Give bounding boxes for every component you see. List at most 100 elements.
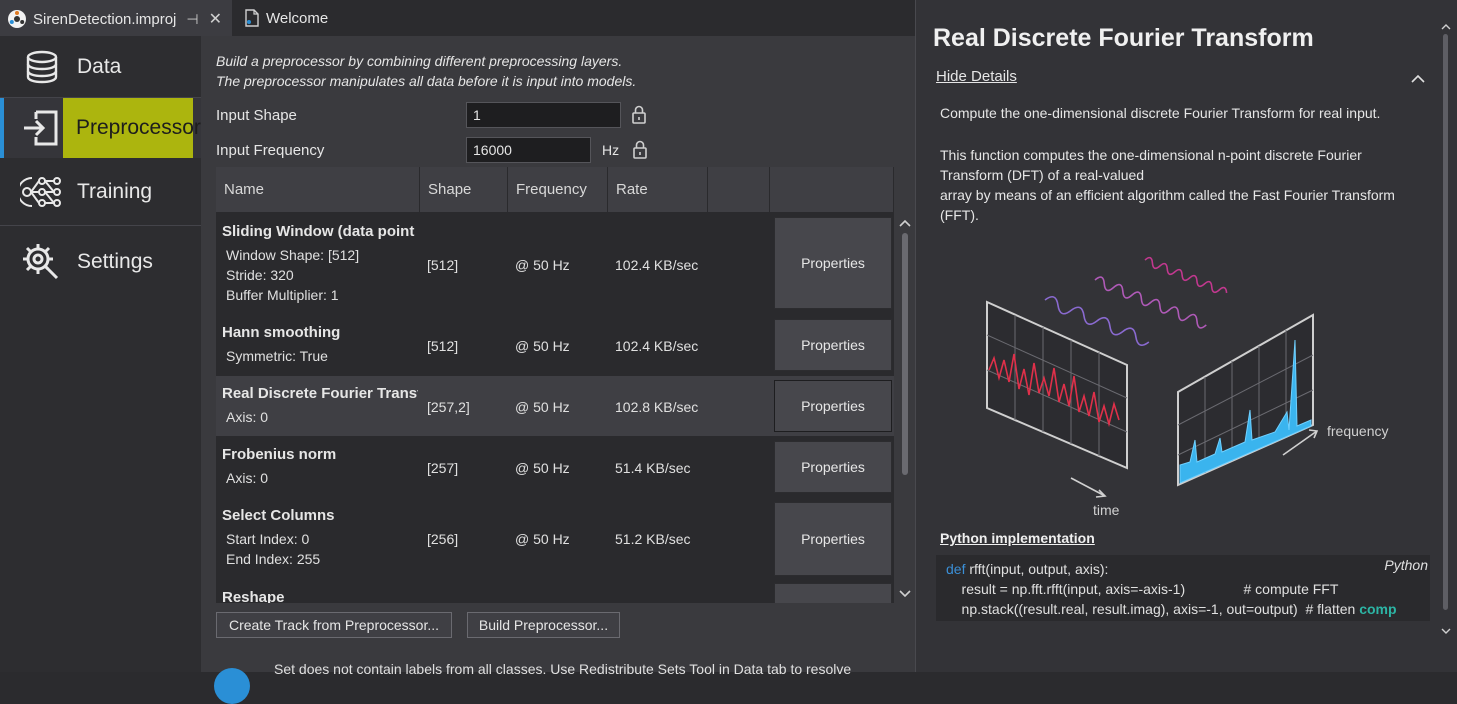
- sidebar-item-label: Preprocessor: [76, 116, 201, 139]
- chevron-up-icon[interactable]: [1411, 71, 1425, 89]
- column-header-actions: [770, 167, 894, 212]
- frequency-domain-panel: [1177, 313, 1314, 487]
- code-line: np.stack((result.real, result.imag), axi…: [946, 601, 1397, 617]
- layer-name: Real Discrete Fourier Transf: [222, 385, 418, 402]
- build-preprocessor-button[interactable]: Build Preprocessor...: [467, 612, 620, 638]
- scroll-down-icon[interactable]: [1441, 622, 1451, 640]
- time-domain-panel: [986, 300, 1128, 470]
- tab-siren-detection[interactable]: SirenDetection.improj ⊣ ✕: [0, 0, 232, 36]
- python-heading: Python implementation: [940, 530, 1095, 546]
- project-icon: [7, 9, 27, 29]
- paragraph-line: This function computes the one-dimension…: [940, 147, 1362, 163]
- column-header-rate[interactable]: Rate: [608, 167, 708, 212]
- table-row[interactable]: Sliding Window (data point Window Shape:…: [216, 212, 894, 313]
- table-row[interactable]: Select Columns Start Index: 0 End Index:…: [216, 499, 894, 579]
- code-text: rfft(input, output, axis):: [965, 561, 1109, 577]
- layer-rate: 51.2 KB/sec: [615, 531, 691, 547]
- create-track-button[interactable]: Create Track from Preprocessor...: [216, 612, 452, 638]
- layer-name: Hann smoothing: [222, 324, 341, 341]
- table-row-selected[interactable]: Real Discrete Fourier Transf Axis: 0 [25…: [216, 376, 894, 436]
- sidebar-item-training[interactable]: Training: [0, 160, 201, 224]
- lock-icon[interactable]: [631, 105, 647, 125]
- layer-frequency: @ 50 Hz: [515, 460, 570, 476]
- code-comment-tail: comp: [1359, 601, 1397, 617]
- layer-shape: [257]: [427, 460, 459, 476]
- input-shape-label: Input Shape: [216, 107, 297, 124]
- code-block: Python def rfft(input, output, axis): re…: [936, 555, 1430, 621]
- pin-icon[interactable]: ⊣: [186, 11, 198, 28]
- scrollbar-thumb[interactable]: [1443, 34, 1448, 610]
- code-line: result = np.fft.rfft(input, axis=-axis-1…: [946, 581, 1339, 597]
- code-language-label: Python: [1384, 557, 1428, 573]
- properties-button[interactable]: Properties: [774, 502, 892, 576]
- sidebar-item-label: Training: [77, 180, 153, 203]
- hide-details-link[interactable]: Hide Details: [936, 68, 1017, 85]
- layer-rate: 51.4 KB/sec: [615, 460, 691, 476]
- layer-name: Frobenius norm: [222, 446, 337, 463]
- column-header-frequency[interactable]: Frequency: [508, 167, 608, 212]
- layer-params: Start Index: 0 End Index: 255: [226, 529, 320, 569]
- properties-button[interactable]: [774, 583, 892, 603]
- fft-illustration: frequency time: [986, 256, 1388, 518]
- layer-params: Axis: 0: [226, 407, 268, 427]
- scroll-up-icon[interactable]: [899, 215, 911, 233]
- layer-shape: [257,2]: [427, 399, 470, 415]
- sidebar-item-preprocessor[interactable]: Preprocessor: [0, 98, 201, 158]
- code-line: def rfft(input, output, axis):: [946, 561, 1108, 577]
- column-header-shape[interactable]: Shape: [420, 167, 508, 212]
- param-line: Axis: 0: [226, 470, 269, 486]
- document-icon: [244, 9, 260, 27]
- sidebar-item-label: Settings: [77, 250, 153, 273]
- layer-shape: [256]: [427, 531, 459, 547]
- properties-button[interactable]: Properties: [774, 380, 892, 432]
- tab-welcome[interactable]: Welcome: [236, 0, 436, 36]
- gear-wrench-icon: [20, 241, 62, 283]
- table-row[interactable]: Hann smoothing Symmetric: True [512] @ 5…: [216, 315, 894, 375]
- status-message: Set does not contain labels from all cla…: [274, 661, 852, 677]
- param-line: Window Shape: [512]: [226, 247, 360, 263]
- details-scrollbar[interactable]: [1437, 14, 1455, 636]
- layer-frequency: @ 50 Hz: [515, 531, 570, 547]
- param-line: Start Index: 0: [226, 531, 310, 547]
- wave-pink: [1094, 276, 1207, 329]
- sidebar-item-data[interactable]: Data: [0, 36, 201, 97]
- layer-rate: 102.8 KB/sec: [615, 399, 699, 415]
- param-line: Axis: 0: [226, 409, 269, 425]
- header-label: Name: [224, 181, 265, 198]
- param-line: End Index: 255: [226, 551, 321, 567]
- column-header-name[interactable]: Name: [216, 167, 420, 212]
- table-scrollbar[interactable]: [896, 213, 914, 605]
- layer-params: Window Shape: [512] Stride: 320 Buffer M…: [226, 245, 359, 305]
- param-line: Stride: 320: [226, 267, 294, 283]
- sidebar-item-settings[interactable]: Settings: [0, 226, 201, 298]
- frequency-unit: Hz: [602, 142, 620, 158]
- input-frequency-field[interactable]: 16000: [466, 137, 591, 163]
- scrollbar-thumb[interactable]: [902, 233, 908, 475]
- table-row[interactable]: Frobenius norm Axis: 0 [257] @ 50 Hz 51.…: [216, 437, 894, 497]
- layer-rate: 102.4 KB/sec: [615, 338, 699, 354]
- paragraph-line: Transform (DFT) of a real-valued: [940, 167, 1145, 183]
- header-label: Shape: [428, 181, 472, 198]
- paragraph-line: array by means of an efficient algorithm…: [940, 187, 1395, 203]
- param-line: Symmetric: True: [226, 348, 328, 364]
- layer-frequency: @ 50 Hz: [515, 399, 570, 415]
- properties-button[interactable]: Properties: [774, 319, 892, 371]
- diagram-label-time: time: [1093, 502, 1120, 518]
- diagram-label-frequency: frequency: [1327, 423, 1388, 439]
- header-label: Rate: [616, 181, 648, 198]
- tab-label: Welcome: [266, 9, 329, 27]
- scroll-down-icon[interactable]: [899, 586, 911, 604]
- layer-params: Axis: 0: [226, 468, 268, 488]
- preprocessor-layers-table: Name Shape Frequency Rate Sliding Window…: [216, 167, 894, 603]
- intro-line: Build a preprocessor by combining differ…: [216, 53, 623, 69]
- properties-button[interactable]: Properties: [774, 441, 892, 493]
- properties-button[interactable]: Properties: [774, 217, 892, 309]
- input-shape-field[interactable]: 1: [466, 102, 621, 128]
- intro-line: The preprocessor manipulates all data be…: [216, 73, 637, 89]
- sidebar-item-label: Data: [77, 54, 122, 78]
- document-tab-bar: SirenDetection.improj ⊣ ✕ Welcome: [0, 0, 915, 36]
- lock-icon[interactable]: [632, 140, 648, 160]
- table-row[interactable]: Reshape: [216, 580, 894, 603]
- close-icon[interactable]: ✕: [209, 9, 222, 29]
- paragraph-line: (FFT).: [940, 207, 979, 223]
